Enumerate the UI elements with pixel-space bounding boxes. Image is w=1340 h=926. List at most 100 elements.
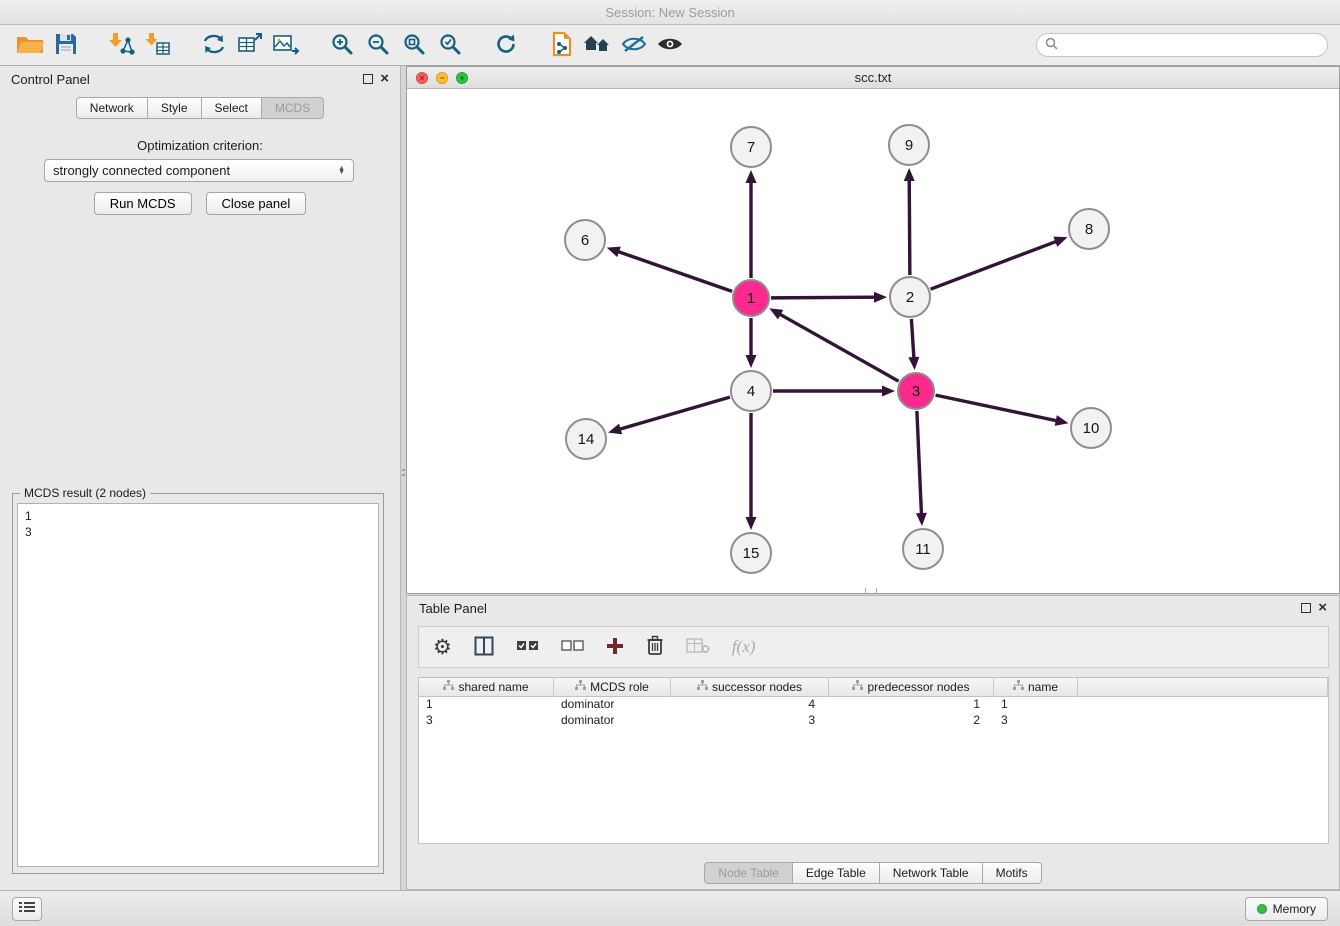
- minimize-window-button[interactable]: −: [436, 72, 448, 84]
- select-all-button[interactable]: [516, 632, 539, 662]
- node-label-1: 1: [747, 290, 755, 307]
- tab-mcds[interactable]: MCDS: [262, 97, 324, 119]
- node-label-14: 14: [578, 431, 595, 448]
- edge-4-14[interactable]: [620, 397, 730, 429]
- table-cell[interactable]: 4: [671, 697, 829, 713]
- table-cell[interactable]: 2: [829, 713, 994, 729]
- save-floppy-icon: [54, 32, 78, 59]
- network-splitter-handle[interactable]: [865, 588, 877, 593]
- home-network-button[interactable]: [580, 28, 616, 62]
- edge-1-2[interactable]: [771, 297, 875, 298]
- table-panel-float-button[interactable]: [1301, 603, 1311, 613]
- run-mcds-button[interactable]: Run MCDS: [94, 192, 192, 215]
- edge-2-9[interactable]: [909, 180, 910, 275]
- save-session-button[interactable]: [48, 28, 84, 62]
- unchecked-boxes-icon: [561, 639, 584, 656]
- open-folder-icon: [16, 33, 44, 58]
- control-panel-close-button[interactable]: ×: [380, 74, 389, 84]
- zoom-selected-button[interactable]: [432, 28, 468, 62]
- graphics-details-button[interactable]: [616, 28, 652, 62]
- column-header-mcds-role[interactable]: MCDS role: [554, 678, 671, 697]
- edge-2-3[interactable]: [911, 319, 913, 358]
- table-panel-close-button[interactable]: ×: [1318, 603, 1327, 613]
- table-header-row: shared name MCDS rolesuccessor nodesprede…: [419, 678, 1328, 697]
- show-columns-button[interactable]: [474, 632, 494, 662]
- export-image-button[interactable]: [268, 28, 304, 62]
- open-network-file-button[interactable]: [544, 28, 580, 62]
- edge-2-8[interactable]: [931, 241, 1057, 289]
- network-canvas[interactable]: 7968124314101511: [407, 89, 1339, 593]
- tab-node-table[interactable]: Node Table: [704, 862, 793, 884]
- edge-3-10[interactable]: [936, 395, 1057, 421]
- table-row[interactable]: 1dominator411: [419, 697, 1328, 713]
- table-cell[interactable]: dominator: [554, 713, 671, 729]
- tab-network-table[interactable]: Network Table: [880, 862, 983, 884]
- control-panel-tabs: NetworkStyleSelectMCDS: [0, 97, 400, 119]
- column-sort-icon: [697, 680, 708, 694]
- edge-arrowhead: [1055, 415, 1069, 426]
- add-column-button[interactable]: [606, 632, 624, 662]
- criterion-select[interactable]: strongly connected component ▲▼: [44, 159, 354, 182]
- import-table-button[interactable]: [140, 28, 176, 62]
- panel-toggle-button[interactable]: [12, 897, 42, 921]
- edge-arrowhead: [908, 357, 919, 370]
- optimization-criterion-label: Optimization criterion:: [0, 138, 400, 153]
- column-sort-icon: [443, 680, 454, 694]
- network-window-title: scc.txt: [407, 70, 1339, 85]
- show-hide-button[interactable]: [652, 28, 688, 62]
- edge-arrowhead: [874, 292, 887, 303]
- zoom-in-button[interactable]: [324, 28, 360, 62]
- open-session-button[interactable]: [12, 28, 48, 62]
- column-header-predecessor-nodes[interactable]: predecessor nodes: [829, 678, 994, 697]
- column-header-name[interactable]: name: [994, 678, 1078, 697]
- edge-3-1[interactable]: [780, 314, 899, 381]
- close-window-button[interactable]: ×: [416, 72, 428, 84]
- node-label-7: 7: [747, 139, 755, 156]
- table-cell[interactable]: 3: [671, 713, 829, 729]
- edge-arrowhead: [1053, 237, 1067, 247]
- node-label-6: 6: [581, 232, 589, 249]
- zoom-window-button[interactable]: +: [456, 72, 468, 84]
- edge-1-6[interactable]: [618, 252, 732, 292]
- network-table-button[interactable]: [232, 28, 268, 62]
- import-network-icon: [109, 31, 135, 60]
- apply-layout-button[interactable]: [488, 28, 524, 62]
- window-title: Session: New Session: [605, 5, 734, 20]
- main-toolbar: [0, 25, 1340, 66]
- mcds-result-list[interactable]: 13: [17, 503, 379, 867]
- table-row[interactable]: 3dominator323: [419, 713, 1328, 729]
- table-panel: Table Panel × ⚙ f(x) shared nameMCDS rol…: [406, 595, 1340, 890]
- tab-network[interactable]: Network: [76, 97, 148, 119]
- zoom-fit-button[interactable]: [396, 28, 432, 62]
- tab-style[interactable]: Style: [148, 97, 202, 119]
- plus-icon: [606, 637, 624, 658]
- table-settings-button[interactable]: ⚙: [433, 632, 452, 662]
- table-cell[interactable]: 1: [829, 697, 994, 713]
- unselect-all-button[interactable]: [561, 632, 584, 662]
- share-network-button[interactable]: [196, 28, 232, 62]
- edge-3-11[interactable]: [917, 411, 922, 514]
- delete-column-button[interactable]: [646, 632, 664, 662]
- control-panel-float-button[interactable]: [363, 74, 373, 84]
- tab-edge-table[interactable]: Edge Table: [793, 862, 880, 884]
- search-input[interactable]: [1063, 38, 1319, 52]
- tab-select[interactable]: Select: [202, 97, 262, 119]
- table-cell[interactable]: 1: [419, 697, 554, 713]
- column-header-label: shared name: [458, 680, 528, 694]
- edge-arrowhead: [882, 386, 895, 397]
- import-network-button[interactable]: [104, 28, 140, 62]
- table-cell[interactable]: 1: [994, 697, 1078, 713]
- column-header-successor-nodes[interactable]: successor nodes: [671, 678, 829, 697]
- column-header-shared-name[interactable]: shared name: [419, 678, 554, 697]
- memory-button[interactable]: Memory: [1245, 897, 1328, 921]
- zoom-out-button[interactable]: [360, 28, 396, 62]
- edge-arrowhead: [746, 355, 757, 368]
- search-box[interactable]: [1036, 33, 1328, 57]
- table-cell[interactable]: 3: [419, 713, 554, 729]
- node-label-4: 4: [747, 383, 755, 400]
- table-cell[interactable]: 3: [994, 713, 1078, 729]
- table-cell[interactable]: dominator: [554, 697, 671, 713]
- tab-motifs[interactable]: Motifs: [983, 862, 1042, 884]
- criterion-select-value: strongly connected component: [53, 163, 230, 178]
- close-panel-button[interactable]: Close panel: [206, 192, 307, 215]
